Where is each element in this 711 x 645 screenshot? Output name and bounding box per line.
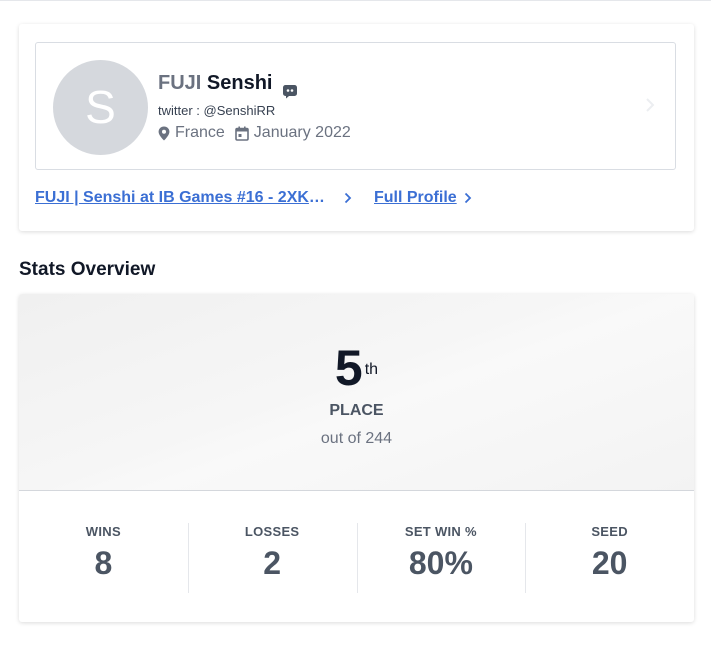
stat-value: 8	[94, 545, 113, 581]
stat-row: WINS 8 LOSSES 2 SET WIN % 80% SEED 20	[19, 491, 694, 622]
stat-value: 2	[263, 545, 282, 581]
stat-value: 80%	[408, 545, 473, 581]
stat-label: WINS	[85, 524, 121, 539]
placement-label: PLACE	[329, 402, 384, 419]
profile-links: FUJI | Senshi at IB Games #16 - 2XKO e..…	[35, 189, 472, 207]
stats-overview-heading: Stats Overview	[19, 259, 156, 280]
chevron-right-icon[interactable]	[645, 97, 655, 113]
avatar: S	[53, 60, 148, 155]
chevron-right-icon	[464, 192, 471, 204]
player-location: France	[175, 124, 225, 141]
full-profile-link[interactable]: Full Profile	[374, 189, 472, 207]
stat-losses: LOSSES 2	[187, 491, 357, 622]
stat-value: 20	[591, 545, 628, 581]
top-divider	[0, 0, 711, 1]
player-name: FUJI Senshi	[158, 72, 272, 95]
event-entry-gamertag: FUJI | Senshi	[35, 189, 136, 206]
placement-rank-suffix: th	[364, 361, 379, 378]
profile-card: S FUJI Senshi twitter : @SenshiRR France	[19, 24, 694, 231]
stat-seed: SEED 20	[525, 491, 694, 622]
stat-wins: WINS 8	[19, 491, 188, 622]
player-gamertag: Senshi	[206, 72, 273, 94]
stat-set-win-percent: SET WIN % 80%	[356, 491, 526, 622]
stat-label: LOSSES	[244, 524, 300, 539]
placement-out-of: out of 244	[320, 430, 393, 447]
event-entry-name: IB Games #16 - 2XKO e...	[158, 189, 337, 206]
discord-icon[interactable]	[282, 83, 298, 99]
placement-rank-number: 5	[334, 340, 363, 396]
location-pin-icon	[158, 126, 170, 140]
player-join-date: January 2022	[253, 124, 351, 141]
stat-label: SEED	[591, 524, 628, 539]
player-sponsor-prefix: FUJI	[158, 72, 202, 94]
event-entry-connector: at	[135, 189, 159, 206]
stats-card: 5th PLACE out of 244 WINS 8 LOSSES 2 SET…	[19, 294, 694, 622]
chevron-right-icon	[344, 192, 352, 204]
full-profile-label: Full Profile	[374, 189, 457, 206]
player-profile-summary[interactable]: S FUJI Senshi twitter : @SenshiRR France	[35, 42, 676, 170]
placement-rank: 5th	[19, 340, 694, 396]
twitter-handle: twitter : @SenshiRR	[158, 103, 276, 118]
player-meta: France January 2022	[158, 124, 351, 142]
event-entry-link[interactable]: FUJI | Senshi at IB Games #16 - 2XKO e..…	[35, 189, 352, 207]
calendar-icon	[234, 126, 249, 141]
stat-label: SET WIN %	[404, 524, 477, 539]
placement-panel: 5th PLACE out of 244	[19, 294, 694, 491]
